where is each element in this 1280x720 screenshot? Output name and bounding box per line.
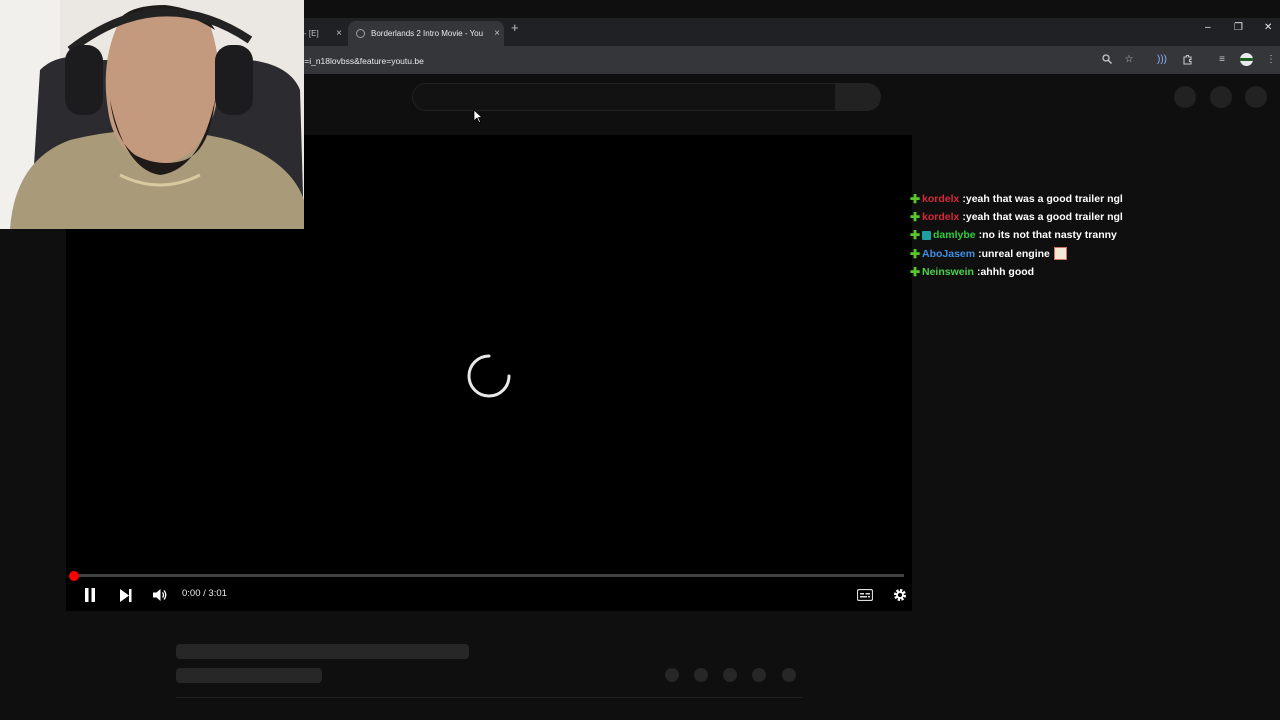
chat-text: ahhh good <box>980 265 1035 278</box>
chat-text: yeah that was a good trailer ngl <box>965 193 1123 206</box>
header-placeholder-icon <box>1245 86 1267 108</box>
captions-icon <box>857 589 873 601</box>
tab-title: Borderlands 2 Intro Movie - You <box>371 29 484 38</box>
loading-spinner-icon <box>467 354 511 398</box>
browser-tab-inactive[interactable]: - [E] × <box>300 21 346 46</box>
search-input[interactable] <box>412 83 836 111</box>
chat-username: kordelx <box>922 211 960 224</box>
action-placeholder <box>723 668 737 682</box>
pause-button[interactable] <box>82 586 98 604</box>
plus-icon: ✚ <box>909 246 921 261</box>
zoom-icon[interactable] <box>1101 54 1113 66</box>
globe-icon <box>356 29 365 38</box>
volume-button[interactable] <box>151 586 169 604</box>
chat-username: damlybe <box>933 229 976 242</box>
volume-icon <box>153 589 167 601</box>
divider <box>176 697 802 698</box>
settings-button[interactable] <box>891 586 909 604</box>
emote-icon <box>1053 247 1067 261</box>
chat-text: no its not that nasty tranny <box>982 229 1117 242</box>
chat-username: AboJasem <box>922 247 976 260</box>
pause-icon <box>85 588 95 602</box>
plus-icon: ✚ <box>909 228 921 243</box>
close-window-button[interactable]: ✕ <box>1264 22 1272 33</box>
menu-kebab-icon[interactable]: ⋮ <box>1265 54 1277 66</box>
action-placeholder <box>665 668 679 682</box>
action-placeholder <box>782 668 796 682</box>
chat-message: ✚ Neinswein : ahhh good <box>908 263 1248 281</box>
header-placeholder-icon <box>1174 86 1196 108</box>
time-display: 0:00 / 3:01 <box>182 588 227 599</box>
progress-scrubber[interactable] <box>69 571 79 581</box>
media-queue-icon[interactable]: ≡ <box>1216 54 1228 66</box>
chat-message: ✚ kordelx : yeah that was a good trailer … <box>908 190 1248 208</box>
header-placeholder-icon <box>1210 86 1232 108</box>
channel-placeholder <box>176 668 322 683</box>
next-button[interactable] <box>117 586 133 604</box>
progress-bar[interactable] <box>74 574 904 577</box>
plus-icon: ✚ <box>909 210 921 225</box>
plus-icon: ✚ <box>909 264 921 279</box>
chat-text: yeah that was a good trailer ngl <box>965 211 1123 224</box>
action-placeholder <box>752 668 766 682</box>
new-tab-button[interactable]: + <box>511 20 519 35</box>
chat-message: ✚ AboJasem : unreal engine <box>908 245 1248 263</box>
chat-message: ✚ damlybe : no its not that nasty tranny <box>908 226 1248 244</box>
restore-button[interactable]: ❐ <box>1234 22 1243 33</box>
chat-overlay: ✚ kordelx : yeah that was a good trailer … <box>908 190 1248 281</box>
extensions-icon[interactable] <box>1181 54 1193 66</box>
close-tab-icon[interactable]: × <box>332 28 346 39</box>
action-placeholder <box>694 668 708 682</box>
mouse-cursor-icon <box>473 109 483 123</box>
webcam-overlay <box>0 0 304 229</box>
audio-playing-icon[interactable]: ))) <box>1156 54 1168 66</box>
browser-tab-active[interactable]: Borderlands 2 Intro Movie - You × <box>348 21 504 46</box>
chat-text: unreal engine <box>981 247 1050 260</box>
bookmark-star-icon[interactable]: ☆ <box>1123 54 1135 66</box>
skip-next-icon <box>119 588 131 602</box>
chat-username: kordelx <box>922 193 960 206</box>
gear-icon <box>894 589 906 601</box>
chat-badge-icon <box>922 230 931 240</box>
address-bar[interactable]: v=i_n18lovbss&feature=youtu.be <box>300 52 1080 70</box>
chat-message: ✚ kordelx : yeah that was a good trailer … <box>908 208 1248 226</box>
close-tab-icon[interactable]: × <box>490 28 504 39</box>
search-button[interactable] <box>835 83 881 111</box>
streamer-webcam-image <box>0 0 304 229</box>
profile-avatar[interactable] <box>1240 53 1253 66</box>
tab-title: - [E] <box>304 29 319 38</box>
title-placeholder <box>176 644 469 659</box>
plus-icon: ✚ <box>909 192 921 207</box>
minimize-button[interactable]: – <box>1205 22 1211 33</box>
subtitles-button[interactable] <box>856 586 874 604</box>
chat-username: Neinswein <box>922 265 974 278</box>
